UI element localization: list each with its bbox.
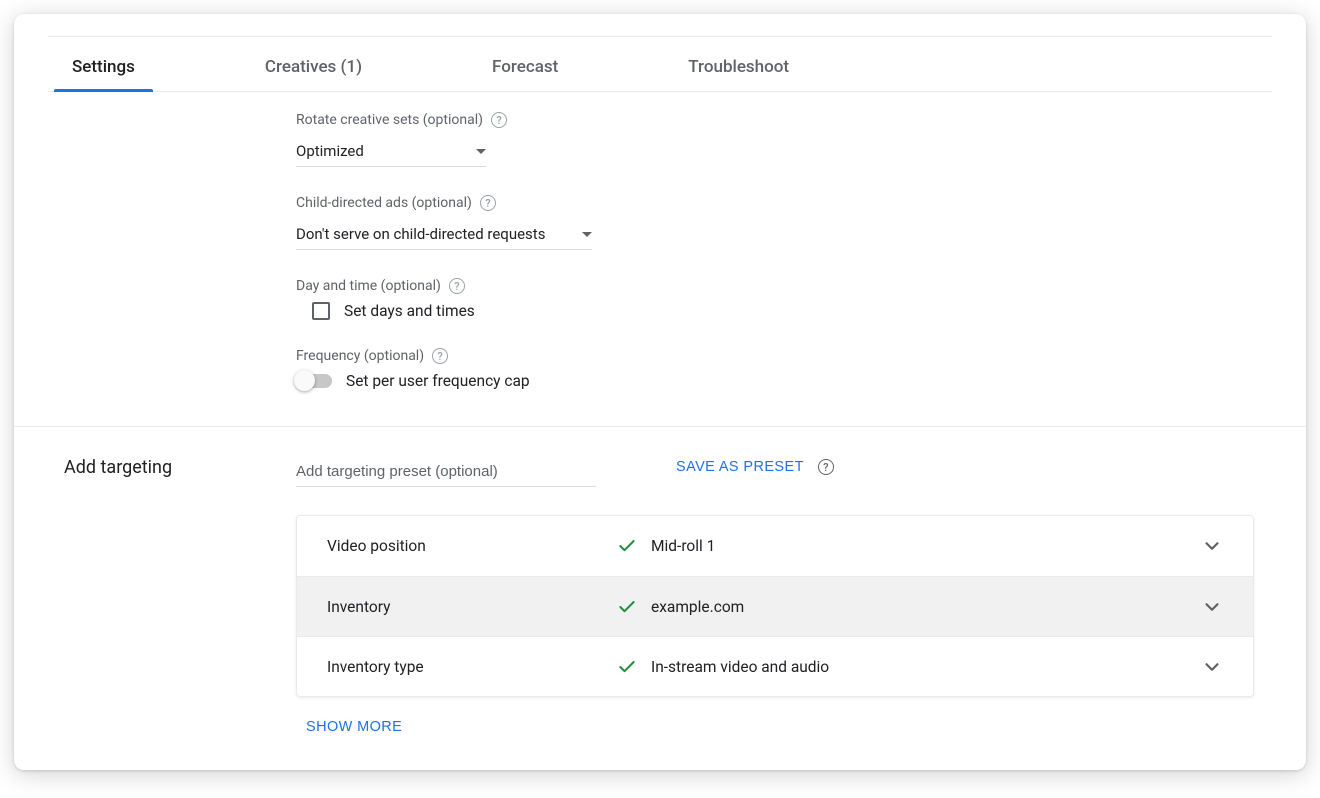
tab-creatives[interactable]: Creatives (1) bbox=[265, 57, 362, 91]
show-more-button[interactable]: SHOW MORE bbox=[296, 719, 402, 735]
rotate-select[interactable]: Optimized bbox=[296, 136, 486, 167]
frequency-toggle-label: Set per user frequency cap bbox=[346, 372, 530, 390]
frequency-toggle[interactable] bbox=[296, 374, 332, 388]
day-time-field: Day and time (optional) ? Set days and t… bbox=[296, 278, 1272, 320]
help-icon[interactable]: ? bbox=[432, 348, 448, 364]
rotate-creative-sets-field: Rotate creative sets (optional) ? Optimi… bbox=[296, 112, 1272, 167]
help-icon[interactable]: ? bbox=[449, 278, 465, 294]
targeting-preset-input[interactable] bbox=[296, 457, 596, 487]
daytime-label: Day and time (optional) bbox=[296, 278, 441, 294]
daytime-checkbox[interactable] bbox=[312, 302, 330, 320]
check-icon bbox=[617, 536, 637, 556]
chevron-down-icon bbox=[476, 149, 486, 154]
toggle-knob bbox=[294, 370, 315, 391]
frequency-field: Frequency (optional) ? Set per user freq… bbox=[296, 348, 1272, 390]
child-select[interactable]: Don't serve on child-directed requests bbox=[296, 219, 592, 250]
rotate-label: Rotate creative sets (optional) bbox=[296, 112, 483, 128]
divider-top bbox=[48, 36, 1272, 37]
help-icon[interactable]: ? bbox=[480, 195, 496, 211]
tab-forecast[interactable]: Forecast bbox=[492, 57, 558, 91]
child-directed-field: Child-directed ads (optional) ? Don't se… bbox=[296, 195, 1272, 250]
check-icon bbox=[617, 657, 637, 677]
tab-troubleshoot[interactable]: Troubleshoot bbox=[688, 57, 789, 91]
target-name: Inventory bbox=[327, 598, 617, 616]
daytime-checkbox-label: Set days and times bbox=[344, 302, 475, 320]
target-row-inventory-type[interactable]: Inventory type In-stream video and audio bbox=[297, 636, 1253, 696]
check-icon bbox=[617, 597, 637, 617]
target-value: example.com bbox=[651, 598, 744, 616]
chevron-down-icon bbox=[582, 232, 592, 237]
help-icon[interactable]: ? bbox=[818, 459, 834, 475]
save-as-preset-button[interactable]: SAVE AS PRESET bbox=[676, 459, 804, 475]
child-label: Child-directed ads (optional) bbox=[296, 195, 472, 211]
chevron-down-icon bbox=[1201, 596, 1223, 618]
chevron-down-icon bbox=[1201, 535, 1223, 557]
target-value: In-stream video and audio bbox=[651, 658, 829, 676]
target-name: Video position bbox=[327, 537, 617, 555]
target-value: Mid-roll 1 bbox=[651, 537, 715, 555]
help-icon[interactable]: ? bbox=[491, 112, 507, 128]
targeting-list: Video position Mid-roll 1 Inventory bbox=[296, 515, 1254, 697]
rotate-value: Optimized bbox=[296, 142, 364, 160]
targeting-section-title: Add targeting bbox=[48, 457, 296, 735]
tabs-bar: Settings Creatives (1) Forecast Troubles… bbox=[48, 57, 1272, 92]
target-name: Inventory type bbox=[327, 658, 617, 676]
target-row-video-position[interactable]: Video position Mid-roll 1 bbox=[297, 516, 1253, 576]
child-value: Don't serve on child-directed requests bbox=[296, 225, 545, 243]
tab-settings[interactable]: Settings bbox=[72, 57, 135, 91]
target-row-inventory[interactable]: Inventory example.com bbox=[297, 576, 1253, 636]
chevron-down-icon bbox=[1201, 656, 1223, 678]
frequency-label: Frequency (optional) bbox=[296, 348, 424, 364]
